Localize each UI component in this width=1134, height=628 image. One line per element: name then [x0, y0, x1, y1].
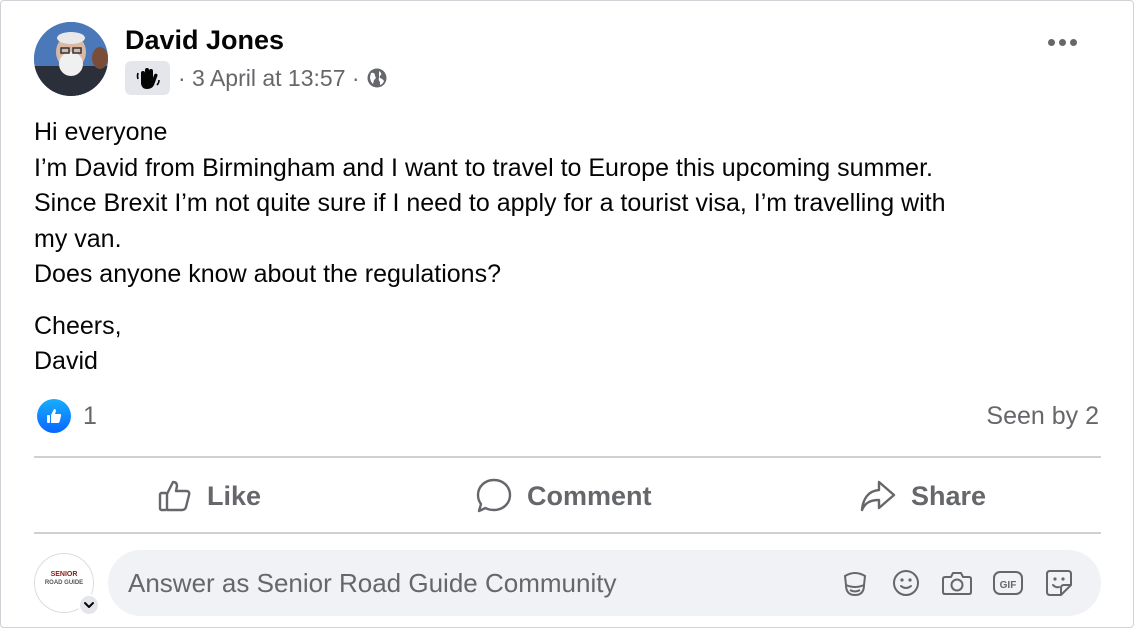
post-timestamp[interactable]: · 3 April at 13:57 · [178, 65, 360, 92]
comment-button[interactable]: Comment [475, 471, 652, 521]
dot-icon [1059, 39, 1066, 46]
post-line: Since Brexit I’m not quite sure if I nee… [34, 189, 946, 217]
like-button[interactable]: Like [157, 471, 261, 521]
more-options-button[interactable] [1048, 39, 1077, 46]
author-avatar[interactable] [34, 22, 108, 96]
post-meta: · 3 April at 13:57 · [125, 61, 388, 95]
comment-placeholder: Answer as Senior Road Guide Community [128, 567, 617, 598]
logo-text-top: SENIOR [50, 571, 78, 578]
svg-text:GIF: GIF [999, 580, 1016, 591]
comment-input[interactable]: Answer as Senior Road Guide Community GI… [108, 550, 1101, 616]
comment-tools: GIF [838, 567, 1075, 600]
gif-icon[interactable]: GIF [991, 567, 1024, 600]
seen-by[interactable]: Seen by 2 [986, 399, 1099, 433]
post-line: Hi everyone [34, 118, 168, 146]
post-line: my van. [34, 224, 122, 253]
comment-label: Comment [527, 480, 652, 511]
author-name[interactable]: David Jones [125, 25, 284, 56]
like-label: Like [207, 480, 262, 511]
camera-icon[interactable] [940, 567, 973, 600]
divider [34, 456, 1101, 458]
post-text: Hi everyone I’m David from Birmingham an… [34, 115, 1114, 380]
share-button[interactable]: Share [859, 471, 986, 521]
share-arrow-icon [860, 480, 896, 512]
signoff-line: David [34, 347, 98, 375]
share-label: Share [911, 480, 987, 511]
like-reaction-icon[interactable] [37, 399, 71, 433]
chevron-down-icon[interactable] [78, 594, 100, 616]
post-line: I’m David from Birmingham and I want to … [34, 153, 933, 182]
page-avatar[interactable]: SENIOR ROAD GUIDE [34, 553, 100, 616]
like-count[interactable]: 1 [83, 399, 97, 433]
signoff-line: Cheers, [34, 311, 122, 340]
globe-icon[interactable] [366, 67, 388, 89]
avatar-sticker-icon[interactable] [838, 567, 871, 600]
post-line: Does anyone know about the regulations? [34, 260, 501, 288]
dot-icon [1070, 39, 1077, 46]
thumbs-up-icon [158, 480, 191, 512]
post-card: David Jones · 3 April at 13:57 · Hi ever… [0, 0, 1134, 628]
comment-bubble-icon [476, 478, 512, 513]
sticker-icon[interactable] [1042, 567, 1075, 600]
emoji-icon[interactable] [889, 567, 922, 600]
logo-text-bottom: ROAD GUIDE [44, 580, 84, 586]
waving-hand-icon[interactable] [125, 61, 170, 95]
divider [34, 532, 1101, 534]
dot-icon [1048, 39, 1055, 46]
